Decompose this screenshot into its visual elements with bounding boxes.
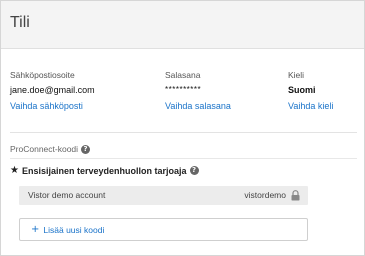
question-circle-icon[interactable]: ? — [81, 144, 91, 154]
email-value: jane.doe@gmail.com — [10, 85, 95, 95]
proconnect-label: ProConnect-koodi — [10, 144, 79, 154]
star-icon: ★ — [10, 165, 19, 176]
change-password-link[interactable]: Vaihda salasana — [165, 100, 231, 112]
page-title: Tili — [10, 14, 30, 31]
account-code: vistordemo — [244, 190, 286, 200]
language-label: Kieli — [288, 70, 305, 80]
language-section: Kieli Suomi Vaihda kieli — [288, 70, 333, 112]
language-value: Suomi — [288, 85, 316, 95]
account-name: Vistor demo account — [28, 190, 106, 200]
add-code-button[interactable]: + Lisää uusi koodi — [19, 218, 308, 241]
change-language-link[interactable]: Vaihda kieli — [288, 100, 333, 112]
account-panel: Tili Sähköpostiosoite jane.doe@gmail.com… — [0, 0, 365, 256]
section-divider — [10, 132, 357, 133]
password-section: Salasana ********** Vaihda salasana — [165, 70, 231, 112]
lock-icon — [291, 190, 300, 201]
primary-provider-label: Ensisijainen terveydenhuollon tarjoaja — [21, 165, 187, 176]
add-code-content: + Lisää uusi koodi — [31, 224, 105, 236]
proconnect-heading: ProConnect-koodi ? — [10, 144, 91, 154]
email-label: Sähköpostiosoite — [10, 70, 75, 80]
primary-provider-heading: ★ Ensisijainen terveydenhuollon tarjoaja… — [10, 165, 199, 176]
proconnect-divider — [10, 158, 357, 159]
email-section: Sähköpostiosoite jane.doe@gmail.com Vaih… — [10, 70, 95, 112]
password-value: ********** — [165, 85, 202, 94]
change-email-link[interactable]: Vaihda sähköposti — [10, 100, 95, 112]
password-label: Salasana — [165, 70, 201, 80]
question-circle-icon[interactable]: ? — [189, 166, 199, 175]
panel-header: Tili — [1, 1, 364, 49]
add-code-label: Lisää uusi koodi — [43, 225, 105, 235]
proconnect-account-row: Vistor demo account vistordemo — [19, 186, 308, 205]
plus-icon: + — [31, 224, 40, 235]
